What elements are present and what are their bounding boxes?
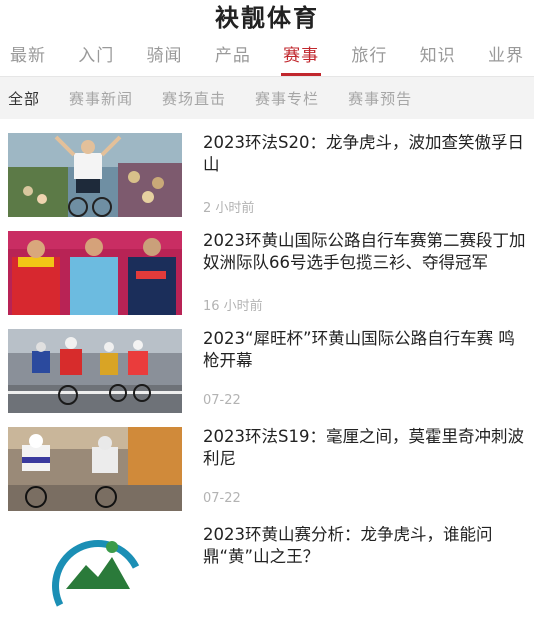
article-title[interactable]: 2023环法S20：龙争虎斗，波加查笑傲孚日山: [203, 132, 526, 176]
tab-knowledge[interactable]: 知识: [416, 36, 460, 76]
article-item[interactable]: 2023环黄山国际公路自行车赛第二赛段丁加奴洲际队66号选手包揽三衫、夺得冠军 …: [0, 231, 534, 329]
tab-cycling-news[interactable]: 骑闻: [143, 36, 187, 76]
article-list: 2023环法S20：龙争虎斗，波加查笑傲孚日山 2 小时前 2023环黄山国际公…: [0, 119, 534, 623]
article-time: 07-22: [203, 491, 241, 506]
article-thumbnail[interactable]: [8, 133, 182, 217]
app-title: 袂靓体育: [215, 4, 319, 32]
article-title[interactable]: 2023环黄山赛分析：龙争虎斗，谁能问鼎“黄”山之王？: [203, 524, 526, 568]
article-thumbnail[interactable]: [8, 329, 182, 413]
subtab-all[interactable]: 全部: [8, 88, 40, 109]
subtab-live[interactable]: 赛场直击: [162, 88, 226, 109]
article-title[interactable]: 2023“犀旺杯”环黄山国际公路自行车赛 鸣枪开幕: [203, 328, 526, 372]
article-thumbnail[interactable]: [8, 525, 182, 609]
sub-tab-bar: 全部 赛事新闻 赛场直击 赛事专栏 赛事预告: [0, 77, 534, 119]
tab-products[interactable]: 产品: [211, 36, 255, 76]
tab-beginner[interactable]: 入门: [74, 36, 118, 76]
article-time: 16 小时前: [203, 299, 263, 314]
article-item[interactable]: 2023环法S19：毫厘之间，莫霍里奇冲刺波利尼 07-22: [0, 427, 534, 525]
subtab-columns[interactable]: 赛事专栏: [255, 88, 319, 109]
article-thumbnail[interactable]: [8, 231, 182, 315]
article-item[interactable]: 2023环法S20：龙争虎斗，波加查笑傲孚日山 2 小时前: [0, 133, 534, 231]
article-title[interactable]: 2023环法S19：毫厘之间，莫霍里奇冲刺波利尼: [203, 426, 526, 470]
tab-events[interactable]: 赛事: [279, 36, 323, 76]
tab-latest[interactable]: 最新: [6, 36, 50, 76]
article-item[interactable]: 2023“犀旺杯”环黄山国际公路自行车赛 鸣枪开幕 07-22: [0, 329, 534, 427]
main-tab-bar: 最新 入门 骑闻 产品 赛事 旅行 知识 业界: [0, 36, 534, 77]
article-title[interactable]: 2023环黄山国际公路自行车赛第二赛段丁加奴洲际队66号选手包揽三衫、夺得冠军: [203, 230, 526, 274]
article-time: 2 小时前: [203, 201, 255, 216]
article-thumbnail[interactable]: [8, 427, 182, 511]
article-time: 07-22: [203, 393, 241, 408]
tab-travel[interactable]: 旅行: [347, 36, 391, 76]
article-item[interactable]: 2023环黄山赛分析：龙争虎斗，谁能问鼎“黄”山之王？: [0, 525, 534, 623]
subtab-event-news[interactable]: 赛事新闻: [69, 88, 133, 109]
subtab-preview[interactable]: 赛事预告: [348, 88, 412, 109]
tab-industry[interactable]: 业界: [484, 36, 528, 76]
